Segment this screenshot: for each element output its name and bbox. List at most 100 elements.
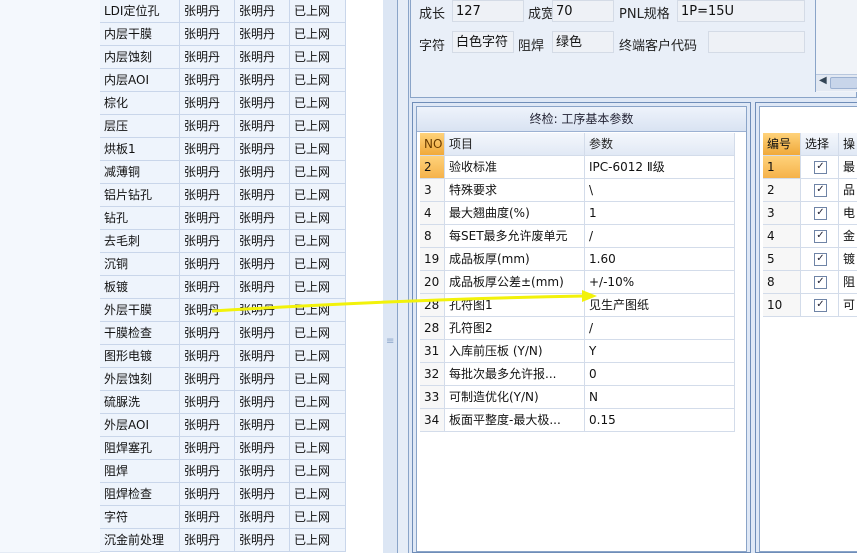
status-cell[interactable]: 已上网 — [290, 23, 346, 46]
select-checkbox[interactable]: ✓ — [814, 161, 827, 174]
process-name-cell[interactable]: 阻焊 — [100, 460, 180, 483]
operator-cell[interactable]: 张明丹 — [180, 230, 235, 253]
table-row[interactable]: 沉金前处理 张明丹 张明丹 已上网 — [0, 529, 383, 553]
param-cell[interactable]: Y — [585, 340, 735, 363]
table-row[interactable]: 外层AOI 张明丹 张明丹 已上网 — [0, 414, 383, 438]
operator-cell[interactable]: 张明丹 — [180, 437, 235, 460]
table-row[interactable]: 钻孔 张明丹 张明丹 已上网 — [0, 207, 383, 231]
process-name-cell[interactable]: 阻焊塞孔 — [100, 437, 180, 460]
operator-cell[interactable]: 张明丹 — [180, 322, 235, 345]
param-cell[interactable]: 0 — [585, 363, 735, 386]
mask-field[interactable]: 绿色 — [552, 31, 614, 53]
item-text-cell[interactable]: 最 — [839, 156, 857, 179]
operator-cell[interactable]: 张明丹 — [180, 368, 235, 391]
splitter-grip-icon[interactable]: ≡ — [386, 336, 394, 347]
char-field[interactable]: 白色字符 — [452, 31, 514, 53]
status-cell[interactable]: 已上网 — [290, 437, 346, 460]
reviewer-cell[interactable]: 张明丹 — [235, 276, 290, 299]
column-header-extra[interactable]: 操 — [839, 133, 857, 156]
operator-cell[interactable]: 张明丹 — [180, 299, 235, 322]
process-name-cell[interactable]: 钻孔 — [100, 207, 180, 230]
operator-cell[interactable]: 张明丹 — [180, 69, 235, 92]
status-cell[interactable]: 已上网 — [290, 345, 346, 368]
reviewer-cell[interactable]: 张明丹 — [235, 46, 290, 69]
item-cell[interactable]: 入库前压板 (Y/N) — [445, 340, 585, 363]
select-checkbox[interactable]: ✓ — [814, 276, 827, 289]
select-checkbox[interactable]: ✓ — [814, 299, 827, 312]
reviewer-cell[interactable]: 张明丹 — [235, 253, 290, 276]
table-row[interactable]: 图形电镀 张明丹 张明丹 已上网 — [0, 345, 383, 369]
item-text-cell[interactable]: 镀 — [839, 248, 857, 271]
table-row[interactable]: 沉铜 张明丹 张明丹 已上网 — [0, 253, 383, 277]
param-cell[interactable]: 1 — [585, 202, 735, 225]
item-text-cell[interactable]: 金 — [839, 225, 857, 248]
reviewer-cell[interactable]: 张明丹 — [235, 138, 290, 161]
column-header-num[interactable]: 编号 — [763, 133, 801, 156]
operator-cell[interactable]: 张明丹 — [180, 253, 235, 276]
operator-cell[interactable]: 张明丹 — [180, 276, 235, 299]
process-name-cell[interactable]: 减薄铜 — [100, 161, 180, 184]
row-no-cell[interactable]: 2 — [420, 156, 445, 179]
process-name-cell[interactable]: 铝片钻孔 — [100, 184, 180, 207]
row-no-cell[interactable]: 4 — [420, 202, 445, 225]
process-name-cell[interactable]: 沉铜 — [100, 253, 180, 276]
select-checkbox[interactable]: ✓ — [814, 253, 827, 266]
reviewer-cell[interactable]: 张明丹 — [235, 322, 290, 345]
pnl-field[interactable]: 1P=15U — [677, 0, 805, 22]
row-no-cell[interactable]: 34 — [420, 409, 445, 432]
item-number-cell[interactable]: 8 — [763, 271, 801, 294]
status-cell[interactable]: 已上网 — [290, 138, 346, 161]
param-cell[interactable]: 0.15 — [585, 409, 735, 432]
reviewer-cell[interactable]: 张明丹 — [235, 483, 290, 506]
param-cell[interactable]: IPC-6012 Ⅱ级 — [585, 156, 735, 179]
status-cell[interactable]: 已上网 — [290, 69, 346, 92]
scroll-left-icon[interactable]: ◀ — [819, 75, 827, 86]
operator-cell[interactable]: 张明丹 — [180, 345, 235, 368]
item-cell[interactable]: 每SET最多允许废单元 — [445, 225, 585, 248]
reviewer-cell[interactable]: 张明丹 — [235, 69, 290, 92]
customer-code-field[interactable] — [708, 31, 805, 53]
process-name-cell[interactable]: 板镀 — [100, 276, 180, 299]
column-header-item[interactable]: 项目 — [445, 133, 585, 156]
process-name-cell[interactable]: 阻焊检查 — [100, 483, 180, 506]
param-cell[interactable]: / — [585, 225, 735, 248]
table-row[interactable]: 烘板1 张明丹 张明丹 已上网 — [0, 138, 383, 162]
status-cell[interactable]: 已上网 — [290, 391, 346, 414]
operator-cell[interactable]: 张明丹 — [180, 460, 235, 483]
status-cell[interactable]: 已上网 — [290, 322, 346, 345]
row-no-cell[interactable]: 3 — [420, 179, 445, 202]
width-field[interactable]: 70 — [552, 0, 614, 22]
table-row[interactable]: 字符 张明丹 张明丹 已上网 — [0, 506, 383, 530]
process-name-cell[interactable]: 沉金前处理 — [100, 529, 180, 552]
reviewer-cell[interactable]: 张明丹 — [235, 23, 290, 46]
item-cell[interactable]: 孔符图2 — [445, 317, 585, 340]
table-row[interactable]: 内层蚀刻 张明丹 张明丹 已上网 — [0, 46, 383, 70]
row-no-cell[interactable]: 28 — [420, 317, 445, 340]
reviewer-cell[interactable]: 张明丹 — [235, 92, 290, 115]
operator-cell[interactable]: 张明丹 — [180, 92, 235, 115]
table-row[interactable]: 铝片钻孔 张明丹 张明丹 已上网 — [0, 184, 383, 208]
status-cell[interactable]: 已上网 — [290, 529, 346, 552]
process-name-cell[interactable]: 烘板1 — [100, 138, 180, 161]
item-text-cell[interactable]: 品 — [839, 179, 857, 202]
status-cell[interactable]: 已上网 — [290, 230, 346, 253]
reviewer-cell[interactable]: 张明丹 — [235, 437, 290, 460]
row-no-cell[interactable]: 33 — [420, 386, 445, 409]
process-name-cell[interactable]: 外层蚀刻 — [100, 368, 180, 391]
select-checkbox[interactable]: ✓ — [814, 207, 827, 220]
reviewer-cell[interactable]: 张明丹 — [235, 368, 290, 391]
reviewer-cell[interactable]: 张明丹 — [235, 529, 290, 552]
item-number-cell[interactable]: 5 — [763, 248, 801, 271]
table-row[interactable]: 棕化 张明丹 张明丹 已上网 — [0, 92, 383, 116]
reviewer-cell[interactable]: 张明丹 — [235, 506, 290, 529]
process-name-cell[interactable]: 内层蚀刻 — [100, 46, 180, 69]
process-name-cell[interactable]: 图形电镀 — [100, 345, 180, 368]
process-name-cell[interactable]: 硫脲洗 — [100, 391, 180, 414]
reviewer-cell[interactable]: 张明丹 — [235, 299, 290, 322]
status-cell[interactable]: 已上网 — [290, 115, 346, 138]
column-header-select[interactable]: 选择 — [801, 133, 839, 156]
reviewer-cell[interactable]: 张明丹 — [235, 115, 290, 138]
process-name-cell[interactable]: 内层干膜 — [100, 23, 180, 46]
param-cell[interactable]: +/-10% — [585, 271, 735, 294]
table-row[interactable]: 阻焊 张明丹 张明丹 已上网 — [0, 460, 383, 484]
